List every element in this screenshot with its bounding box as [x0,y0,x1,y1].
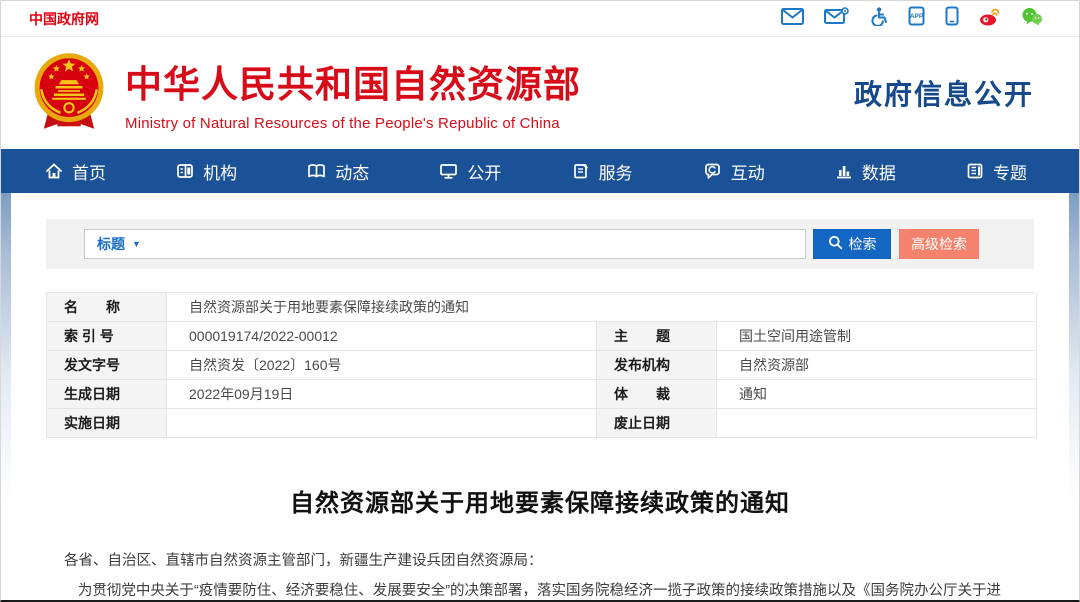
service-icon [572,162,590,180]
mail-subscribe-icon [824,7,849,30]
search-input[interactable]: 标题 ▼ [84,229,806,259]
content-background: 标题 ▼ 检索 高级检索 名 称 自然资源部关于用地要素保障接续政策的通知 索 … [1,193,1079,602]
nav-item-disclosure[interactable]: 公开 [439,159,501,184]
svg-text:APP: APP [910,13,924,20]
meta-value-name: 自然资源部关于用地要素保障接续政策的通知 [167,293,1037,322]
nav-item-service[interactable]: 服务 [572,159,633,184]
nav-label: 专题 [993,159,1027,184]
search-field-selector[interactable]: 标题 ▼ [97,234,141,254]
gov-site-link[interactable]: 中国政府网 [29,9,99,29]
ministry-logo-link[interactable]: 中华人民共和国自然资源部 Ministry of Natural Resourc… [27,49,581,138]
meta-label-publisher: 发布机构 [597,351,717,380]
wechat-link[interactable] [1021,7,1043,31]
topbar: 中国政府网 APP [1,1,1079,37]
meta-label-name: 名 称 [47,293,167,322]
meta-label-implement-date: 实施日期 [47,409,167,438]
topics-icon [966,162,984,180]
mail-link[interactable] [781,8,804,30]
mail-subscribe-link[interactable] [824,7,849,30]
disclosure-icon [439,162,458,180]
meta-label-abolish-date: 废止日期 [597,409,717,438]
advanced-search-button[interactable]: 高级检索 [899,229,979,259]
meta-value-implement-date [167,409,597,438]
nav-label: 服务 [599,159,633,184]
meta-label-genre: 体 裁 [597,380,717,409]
mobile-version-icon [945,6,959,31]
section-title-gov-info[interactable]: 政府信息公开 [854,73,1034,113]
national-emblem-icon [27,49,125,138]
nav-item-interaction[interactable]: 互动 [703,159,765,184]
meta-label-subject: 主 题 [597,322,717,351]
document-paragraph: 为贯彻党中央关于“疫情要防住、经济要稳住、发展要安全”的决策部署，落实国务院稳经… [46,576,1034,602]
page: 中国政府网 APP [0,0,1080,602]
nav-item-home[interactable]: 首页 [45,159,106,184]
organization-icon [176,162,194,180]
accessibility-icon [869,7,888,31]
meta-value-publisher: 自然资源部 [717,351,1037,380]
nav-label: 公开 [467,159,501,184]
meta-value-abolish-date [717,409,1037,438]
search-field-label: 标题 [97,234,125,254]
nav-label: 动态 [335,159,369,184]
search-bar: 标题 ▼ 检索 高级检索 [46,219,1034,269]
nav-label: 首页 [72,159,106,184]
nav-item-topics[interactable]: 专题 [966,159,1027,184]
meta-value-doc-number: 自然资发〔2022〕160号 [167,351,597,380]
masthead: 中华人民共和国自然资源部 Ministry of Natural Resourc… [1,37,1079,149]
weibo-link[interactable] [979,7,1001,31]
app-download-link[interactable]: APP [908,6,925,31]
document-meta-table: 名 称 自然资源部关于用地要素保障接续政策的通知 索 引 号 000019174… [46,292,1034,438]
meta-label-index: 索 引 号 [47,322,167,351]
nav-label: 互动 [731,159,765,184]
site-title: 中华人民共和国自然资源部 [125,54,581,108]
document-title: 自然资源部关于用地要素保障接续政策的通知 [46,483,1034,518]
search-icon [828,235,843,253]
meta-label-create-date: 生成日期 [47,380,167,409]
nav-item-organization[interactable]: 机构 [176,159,237,184]
nav-label: 数据 [862,159,896,184]
news-icon [307,162,326,180]
nav-item-news[interactable]: 动态 [307,159,369,184]
chevron-down-icon: ▼ [132,239,141,249]
app-download-icon: APP [908,6,925,31]
accessibility-link[interactable] [869,7,888,31]
meta-value-index: 000019174/2022-00012 [167,322,597,351]
search-button-label: 检索 [849,234,877,254]
home-icon [45,162,63,180]
nav-item-data[interactable]: 数据 [835,159,896,184]
site-title-english: Ministry of Natural Resources of the Peo… [125,115,581,132]
meta-value-subject: 国土空间用途管制 [717,322,1037,351]
mobile-version-link[interactable] [945,6,959,31]
nav-label: 机构 [203,159,237,184]
topbar-icons: APP [781,6,1043,31]
meta-label-doc-number: 发文字号 [47,351,167,380]
document-paragraph: 各省、自治区、直辖市自然资源主管部门，新疆生产建设兵团自然资源局： [46,546,1034,576]
meta-value-create-date: 2022年09月19日 [167,380,597,409]
wechat-icon [1021,7,1043,31]
content-panel: 标题 ▼ 检索 高级检索 名 称 自然资源部关于用地要素保障接续政策的通知 索 … [11,193,1069,602]
mail-icon [781,8,804,30]
search-button[interactable]: 检索 [813,229,891,259]
interaction-icon [703,162,722,180]
meta-value-genre: 通知 [717,380,1037,409]
main-navigation: 首页 机构 动态 公开 服务 互动 数据 专题 [1,149,1079,193]
weibo-icon [979,7,1001,31]
data-icon [835,162,853,180]
